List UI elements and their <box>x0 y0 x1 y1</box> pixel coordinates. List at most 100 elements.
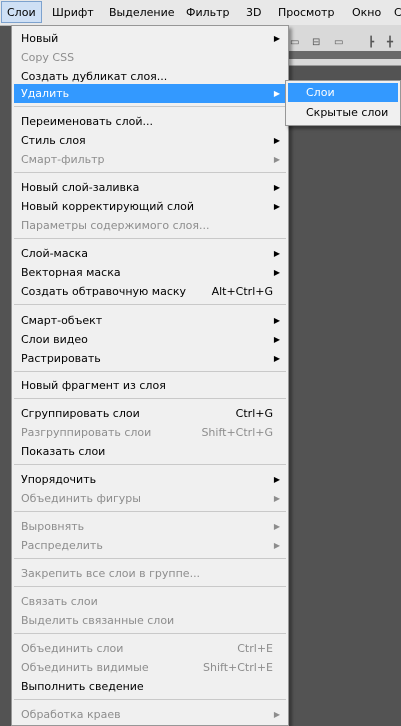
menu-layers-label: Слои <box>7 6 36 19</box>
menu-item-label: Выделить связанные слои <box>21 614 175 627</box>
menu-item-label: Выполнить сведение <box>21 680 144 693</box>
menu-item-shortcut: Shift+Ctrl+E <box>203 661 273 674</box>
submenu-arrow-icon: ▶ <box>273 34 280 43</box>
submenu-item-label: Слои <box>306 86 335 99</box>
menu-item-label: Объединить слои <box>21 642 124 655</box>
menu-item-label: Объединить фигуры <box>21 492 141 505</box>
align-top-icon[interactable]: ▭ <box>290 36 299 50</box>
menu-item-layer-mask[interactable]: Слой-маска ▶ <box>14 244 286 263</box>
submenu-arrow-icon: ▶ <box>273 335 280 344</box>
menu-item-new-slice-from-layer[interactable]: Новый фрагмент из слоя <box>14 376 286 395</box>
menu-item-label: Новый корректирующий слой <box>21 200 194 213</box>
delete-submenu: Слои Скрытые слои <box>285 80 401 126</box>
menu-item-label: Новый фрагмент из слоя <box>21 379 166 392</box>
menu-3d[interactable]: 3D <box>246 0 261 25</box>
menu-item-combine-shapes: Объединить фигуры ▶ <box>14 489 286 508</box>
menu-item-rename-layer[interactable]: Переименовать слой... <box>14 112 286 131</box>
menu-item-label: Показать слои <box>21 445 106 458</box>
menu-select[interactable]: Выделение <box>109 0 175 25</box>
menu-item-shortcut: Ctrl+G <box>235 407 273 420</box>
menu-item-label: Выровнять <box>21 520 85 533</box>
menu-item-lock-all-layers-in-group: Закрепить все слои в группе... <box>14 564 286 583</box>
menu-item-merge-layers: Объединить слои Ctrl+E <box>14 639 286 658</box>
menu-item-label: Растрировать <box>21 352 101 365</box>
menu-item-show-layers[interactable]: Показать слои <box>14 442 286 461</box>
menu-separator <box>14 464 286 465</box>
menu-item-smart-object[interactable]: Смарт-объект ▶ <box>14 311 286 330</box>
menu-item-flatten-image[interactable]: Выполнить сведение <box>14 677 286 696</box>
menu-separator <box>14 172 286 173</box>
document-tab-strip <box>285 51 401 59</box>
submenu-arrow-icon: ▶ <box>273 494 280 503</box>
menu-item-shortcut: Alt+Ctrl+G <box>211 285 273 298</box>
options-bar: ▭ ⊟ ▭ ┣ ╋ <box>285 25 401 66</box>
menu-item-label: Векторная маска <box>21 266 121 279</box>
menu-select-label: Выделение <box>109 6 175 19</box>
menu-item-label: Слой-маска <box>21 247 89 260</box>
menu-3d-label: 3D <box>246 6 262 19</box>
menu-item-new[interactable]: Новый ▶ <box>14 29 286 48</box>
submenu-arrow-icon: ▶ <box>273 155 280 164</box>
menu-item-vector-mask[interactable]: Векторная маска ▶ <box>14 263 286 282</box>
menu-item-label: Слои видео <box>21 333 88 346</box>
menu-type[interactable]: Шрифт <box>52 0 94 25</box>
menu-item-video-layers[interactable]: Слои видео ▶ <box>14 330 286 349</box>
align-left-icon[interactable]: ┣ <box>368 36 374 50</box>
menu-item-label: Сгруппировать слои <box>21 407 140 420</box>
menu-window[interactable]: Окно <box>352 0 381 25</box>
submenu-item-hidden-layers[interactable]: Скрытые слои <box>288 103 398 122</box>
menu-type-label: Шрифт <box>52 6 94 19</box>
menu-item-label: Упорядочить <box>21 473 97 486</box>
submenu-arrow-icon: ▶ <box>273 268 280 277</box>
menu-item-shortcut: Shift+Ctrl+G <box>201 426 273 439</box>
menu-item-select-linked-layers: Выделить связанные слои <box>14 611 286 630</box>
menu-layers[interactable]: Слои <box>1 1 42 23</box>
submenu-arrow-icon: ▶ <box>273 522 280 531</box>
submenu-arrow-icon: ▶ <box>273 475 280 484</box>
menu-separator <box>14 398 286 399</box>
menu-separator <box>14 633 286 634</box>
submenu-item-layers[interactable]: Слои <box>288 83 398 102</box>
menu-filter-label: Фильтр <box>186 6 230 19</box>
menu-item-group-layers[interactable]: Сгруппировать слои Ctrl+G <box>14 404 286 423</box>
menu-item-rasterize[interactable]: Растрировать ▶ <box>14 349 286 368</box>
menu-item-align: Выровнять ▶ <box>14 517 286 536</box>
menu-item-label: Разгруппировать слои <box>21 426 152 439</box>
menu-item-shortcut: Ctrl+E <box>237 642 273 655</box>
menu-item-label: Переименовать слой... <box>21 115 153 128</box>
menu-separator <box>14 238 286 239</box>
menu-item-label: Создать обтравочную маску <box>21 285 187 298</box>
menu-item-link-layers: Связать слои <box>14 592 286 611</box>
menu-item-new-fill-layer[interactable]: Новый слой-заливка ▶ <box>14 178 286 197</box>
menu-filter[interactable]: Фильтр <box>186 0 230 25</box>
menu-item-smart-filter: Смарт-фильтр ▶ <box>14 150 286 169</box>
align-vcenter-icon[interactable]: ⊟ <box>312 36 320 50</box>
align-bottom-icon[interactable]: ▭ <box>334 36 343 50</box>
menu-view-label: Просмотр <box>278 6 335 19</box>
menu-item-label: Параметры содержимого слоя... <box>21 219 210 232</box>
submenu-arrow-icon: ▶ <box>273 249 280 258</box>
menu-view[interactable]: Просмотр <box>278 0 334 25</box>
menu-item-ungroup-layers: Разгруппировать слои Shift+Ctrl+G <box>14 423 286 442</box>
menu-item-label: Стиль слоя <box>21 134 86 147</box>
menu-item-label: Удалить <box>21 87 70 100</box>
menu-help[interactable]: С <box>394 0 401 25</box>
menu-item-refine-edges: Обработка краев ▶ <box>14 705 286 724</box>
menu-item-label: Новый <box>21 32 59 45</box>
layers-menu-dropdown: Новый ▶ Copy CSS Создать дубликат слоя...… <box>11 25 289 726</box>
menu-item-delete[interactable]: Удалить ▶ <box>14 84 286 103</box>
menu-item-label: Новый слой-заливка <box>21 181 140 194</box>
menu-separator <box>14 558 286 559</box>
menu-item-new-adjustment-layer[interactable]: Новый корректирующий слой ▶ <box>14 197 286 216</box>
menu-item-label: Распределить <box>21 539 103 552</box>
submenu-arrow-icon: ▶ <box>273 136 280 145</box>
menu-item-distribute: Распределить ▶ <box>14 536 286 555</box>
menu-bar: Слои Шрифт Выделение Фильтр 3D Просмотр … <box>0 0 401 26</box>
menu-item-arrange[interactable]: Упорядочить ▶ <box>14 470 286 489</box>
align-hcenter-icon[interactable]: ╋ <box>387 36 393 50</box>
menu-separator <box>14 371 286 372</box>
menu-item-layer-style[interactable]: Стиль слоя ▶ <box>14 131 286 150</box>
menu-separator <box>14 511 286 512</box>
submenu-arrow-icon: ▶ <box>273 202 280 211</box>
menu-item-create-clipping-mask[interactable]: Создать обтравочную маску Alt+Ctrl+G <box>14 282 286 301</box>
